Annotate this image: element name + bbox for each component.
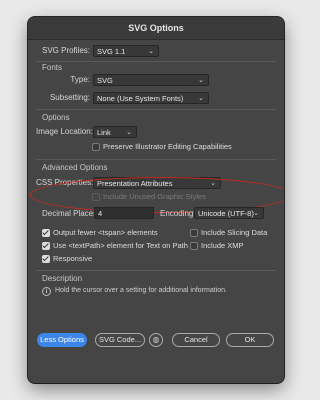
output-fewer-tspan-label: Output fewer <tspan> elements xyxy=(53,228,158,237)
textpath-label: Use <textPath> element for Text on Path xyxy=(53,241,188,250)
font-type-value: SVG xyxy=(97,76,113,85)
responsive-checkbox[interactable] xyxy=(42,255,50,263)
decimal-places-input[interactable]: 4 xyxy=(94,207,154,219)
chevron-down-icon: ⌄ xyxy=(198,95,204,102)
encoding-label: Encoding: xyxy=(160,209,196,218)
preserve-editing-label: Preserve Illustrator Editing Capabilitie… xyxy=(103,142,232,151)
include-unused-styles-label: Include Unused Graphic Styles xyxy=(103,192,206,201)
font-type-select[interactable]: SVG ⌄ xyxy=(93,74,209,86)
subsetting-select[interactable]: None (Use System Fonts) ⌄ xyxy=(93,92,209,104)
chevron-down-icon: ⌄ xyxy=(126,129,132,136)
css-properties-value: Presentation Attributes xyxy=(97,179,173,188)
preserve-editing-checkbox[interactable] xyxy=(92,143,100,151)
chevron-down-icon: ⌄ xyxy=(210,180,216,187)
fonts-section-title: Fonts xyxy=(42,63,63,72)
options-section-title: Options xyxy=(42,113,70,122)
include-slicing-label: Include Slicing Data xyxy=(201,228,268,237)
include-unused-styles-checkbox[interactable] xyxy=(92,193,100,201)
divider xyxy=(36,61,276,62)
responsive-label: Responsive xyxy=(53,254,93,263)
include-xmp-label: Include XMP xyxy=(201,241,244,250)
description-text: Hold the cursor over a setting for addit… xyxy=(55,287,227,294)
include-xmp-checkbox[interactable] xyxy=(190,242,198,250)
divider xyxy=(36,159,276,160)
image-location-value: Link xyxy=(97,128,111,137)
divider xyxy=(36,270,276,271)
chevron-down-icon: ⌄ xyxy=(198,77,204,84)
textpath-checkbox[interactable] xyxy=(42,242,50,250)
output-fewer-tspan-checkbox[interactable] xyxy=(42,229,50,237)
svg-code-button[interactable]: SVG Code... xyxy=(95,333,145,347)
info-icon: i xyxy=(42,287,51,296)
css-properties-select[interactable]: Presentation Attributes ⌄ xyxy=(93,177,221,189)
css-properties-label: CSS Properties: xyxy=(36,178,94,187)
subsetting-label: Subsetting: xyxy=(49,93,90,102)
image-location-label: Image Location: xyxy=(36,127,93,136)
divider xyxy=(36,109,276,110)
chevron-down-icon: ⌄ xyxy=(148,48,154,55)
less-options-button[interactable]: Less Options xyxy=(37,333,87,347)
image-location-select[interactable]: Link ⌄ xyxy=(93,126,137,138)
globe-icon[interactable]: ◍ xyxy=(149,333,163,347)
advanced-section-title: Advanced Options xyxy=(42,163,108,172)
font-type-label: Type: xyxy=(70,75,90,84)
include-slicing-checkbox[interactable] xyxy=(190,229,198,237)
description-section-title: Description xyxy=(42,274,83,283)
svg-profiles-label: SVG Profiles: xyxy=(41,46,90,55)
ok-button[interactable]: OK xyxy=(226,333,274,347)
encoding-select[interactable]: Unicode (UTF-8) ⌄ xyxy=(194,207,264,219)
encoding-value: Unicode (UTF-8) xyxy=(198,209,254,218)
decimal-places-label: Decimal Places: xyxy=(42,209,100,218)
svg-profiles-value: SVG 1.1 xyxy=(97,47,126,56)
subsetting-value: None (Use System Fonts) xyxy=(97,94,184,103)
svg-options-dialog: SVG Options SVG Profiles: SVG 1.1 ⌄ Font… xyxy=(28,17,284,383)
dialog-title: SVG Options xyxy=(28,17,284,40)
chevron-down-icon: ⌄ xyxy=(253,210,259,217)
cancel-button[interactable]: Cancel xyxy=(172,333,220,347)
svg-profiles-select[interactable]: SVG 1.1 ⌄ xyxy=(93,45,159,57)
